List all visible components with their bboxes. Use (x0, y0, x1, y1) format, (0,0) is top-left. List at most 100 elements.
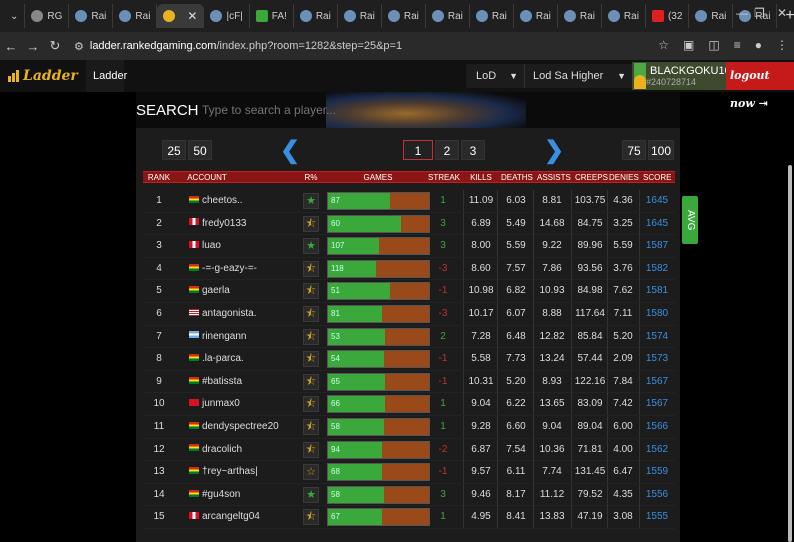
browser-tab[interactable]: Rai (470, 4, 514, 28)
browser-tab[interactable]: (32 (646, 4, 690, 28)
url-field[interactable]: ⚙ ladder.rankedgaming.com/index.php?room… (74, 40, 402, 53)
player-name[interactable]: arcangeltg04 (202, 511, 260, 522)
browser-tab[interactable]: Rai (69, 4, 114, 28)
browser-tab[interactable]: Rai (558, 4, 602, 28)
puzzle-icon[interactable]: ◫ (708, 38, 719, 52)
account-cell[interactable]: dendyspectree20 (189, 416, 299, 438)
table-row[interactable]: 8 .la-parca. ⯪ 54 -1 5.58 7.73 13.24 57.44 2.09 15… (143, 348, 675, 371)
player-name[interactable]: #gu4son (202, 489, 240, 500)
search-input[interactable] (202, 103, 342, 117)
header-games[interactable]: GAMES (353, 172, 403, 184)
table-row[interactable]: 3 luao ★ 107 3 8.00 5.59 9.22 89.96 5.59 1587 (143, 235, 675, 258)
ladder-logo[interactable]: Ladder (8, 68, 78, 84)
room-select[interactable]: Lod Sa Higher ▼ (524, 64, 632, 88)
table-row[interactable]: 7 rinengann ⯪ 53 2 7.28 6.48 12.82 85.84 5.20 1574 (143, 325, 675, 349)
account-cell[interactable]: .la-parca. (189, 348, 299, 370)
browser-tab[interactable]: Rai (382, 4, 426, 28)
browser-tab[interactable]: Rai (338, 4, 382, 28)
account-cell[interactable]: #gu4son (189, 484, 299, 506)
account-cell[interactable]: antagonista. (189, 303, 299, 325)
table-row[interactable]: 2 fredy0133 ⯪ 60 3 6.89 5.49 14.68 84.75 3.25 1645 (143, 212, 675, 236)
browser-tab[interactable]: ✕ (157, 4, 205, 28)
scrollbar-thumb[interactable] (788, 165, 792, 542)
account-cell[interactable]: -=-g-eazy-=- (189, 258, 299, 280)
browser-tab[interactable]: Rai (294, 4, 338, 28)
player-name[interactable]: #batissta (202, 376, 242, 387)
forward-icon[interactable]: → (22, 39, 44, 54)
header-rank[interactable]: RANK (143, 172, 175, 184)
browser-tab[interactable]: Rai (689, 4, 734, 28)
reading-list-icon[interactable]: ≡ (734, 38, 741, 52)
header-score[interactable]: SCORE (643, 172, 671, 184)
header-denies[interactable]: DENIES (609, 172, 639, 184)
player-name[interactable]: fredy0133 (202, 218, 246, 229)
table-row[interactable]: 9 #batissta ⯪ 65 -1 10.31 5.20 8.93 122.16 7.84 15… (143, 370, 675, 394)
step-50-button[interactable]: 50 (188, 140, 212, 160)
account-cell[interactable]: #batissta (189, 371, 299, 393)
browser-tab[interactable]: |cF| (204, 4, 250, 28)
table-row[interactable]: 15 arcangeltg04 ⯪ 67 1 4.95 8.41 13.83 47.19 3.08… (143, 506, 675, 529)
player-name[interactable]: antagonista. (202, 308, 257, 319)
restore-icon[interactable]: ❐ (754, 6, 765, 20)
close-window-icon[interactable]: ✕ (777, 6, 787, 20)
table-row[interactable]: 13 †rey~arthas| ☆ 68 -1 9.57 6.11 7.74 131.45 6.4… (143, 461, 675, 484)
table-row[interactable]: 5 gaerla ⯪ 51 -1 10.98 6.82 10.93 84.98 7.62 1581 (143, 280, 675, 303)
page-3-button[interactable]: 3 (461, 140, 485, 160)
site-info-icon[interactable]: ⚙ (74, 40, 84, 53)
game-select[interactable]: LoD ▼ (466, 64, 524, 88)
user-profile-box[interactable]: BLACKGOKU10 #240728714 (632, 62, 731, 90)
table-row[interactable]: 10 junmax0 ⯪ 66 1 9.04 6.22 13.65 83.09 7.42 1567 (143, 393, 675, 416)
player-name[interactable]: junmax0 (202, 398, 240, 409)
account-cell[interactable]: †rey~arthas| (189, 461, 299, 483)
extension-icon[interactable]: ▣ (683, 38, 694, 52)
prev-page-arrow-icon[interactable]: ❮ (280, 136, 300, 165)
close-tab-icon[interactable]: ✕ (187, 9, 197, 23)
step-75-button[interactable]: 75 (622, 140, 646, 160)
next-page-arrow-icon[interactable]: ❯ (544, 136, 564, 165)
account-cell[interactable]: cheetos.. (189, 190, 299, 212)
player-name[interactable]: †rey~arthas| (202, 466, 258, 477)
menu-dots-icon[interactable]: ⋮ (776, 38, 788, 52)
tab-list-button[interactable]: ⌄ (4, 4, 26, 28)
table-row[interactable]: 1 cheetos.. ★ 87 1 11.09 6.03 8.81 103.75 4.36 164… (143, 190, 675, 213)
avg-tab-button[interactable]: AVG (682, 196, 698, 244)
profile-icon[interactable]: ● (755, 38, 762, 52)
header-streak[interactable]: STREAK (428, 172, 460, 184)
account-cell[interactable]: rinengann (189, 326, 299, 348)
browser-tab[interactable]: Rai (426, 4, 470, 28)
account-cell[interactable]: arcangeltg04 (189, 506, 299, 528)
player-name[interactable]: gaerla (202, 285, 230, 296)
table-row[interactable]: 4 -=-g-eazy-=- ⯪ 118 -3 8.60 7.57 7.86 93.56 3.76… (143, 257, 675, 281)
player-name[interactable]: rinengann (202, 331, 246, 342)
header-r[interactable]: R% (303, 172, 319, 184)
player-name[interactable]: luao (202, 240, 221, 251)
account-cell[interactable]: luao (189, 235, 299, 257)
step-100-button[interactable]: 100 (648, 140, 674, 160)
step-25-button[interactable]: 25 (162, 140, 186, 160)
nav-ladder-link[interactable]: Ladder (86, 60, 127, 92)
reload-icon[interactable]: ↻ (44, 38, 66, 54)
minimize-icon[interactable]: — (736, 6, 748, 20)
page-1-button[interactable]: 1 (403, 140, 433, 160)
header-assists[interactable]: ASSISTS (537, 172, 571, 184)
account-cell[interactable]: gaerla (189, 280, 299, 302)
header-kills[interactable]: KILLS (468, 172, 494, 184)
account-cell[interactable]: junmax0 (189, 393, 299, 415)
browser-tab[interactable]: Rai (602, 4, 646, 28)
browser-tab[interactable]: RG (25, 4, 70, 28)
header-creeps[interactable]: CREEPS (575, 172, 608, 184)
browser-tab[interactable]: Rai (514, 4, 558, 28)
table-row[interactable]: 14 #gu4son ★ 58 3 9.46 8.17 11.12 79.52 4.35 1556 (143, 483, 675, 507)
header-deaths[interactable]: DEATHS (501, 172, 533, 184)
browser-tab[interactable]: Rai (113, 4, 158, 28)
back-icon[interactable]: ← (0, 39, 22, 54)
bookmark-star-icon[interactable]: ☆ (658, 38, 669, 52)
player-name[interactable]: cheetos.. (202, 195, 243, 206)
header-account[interactable]: ACCOUNT (187, 172, 227, 184)
player-name[interactable]: dendyspectree20 (202, 421, 279, 432)
page-2-button[interactable]: 2 (435, 140, 459, 160)
player-name[interactable]: -=-g-eazy-=- (202, 263, 257, 274)
table-row[interactable]: 6 antagonista. ⯪ 81 -3 10.17 6.07 8.88 117.64 7.1… (143, 302, 675, 326)
browser-tab[interactable]: FA! (250, 4, 294, 28)
account-cell[interactable]: dracolich (189, 439, 299, 461)
